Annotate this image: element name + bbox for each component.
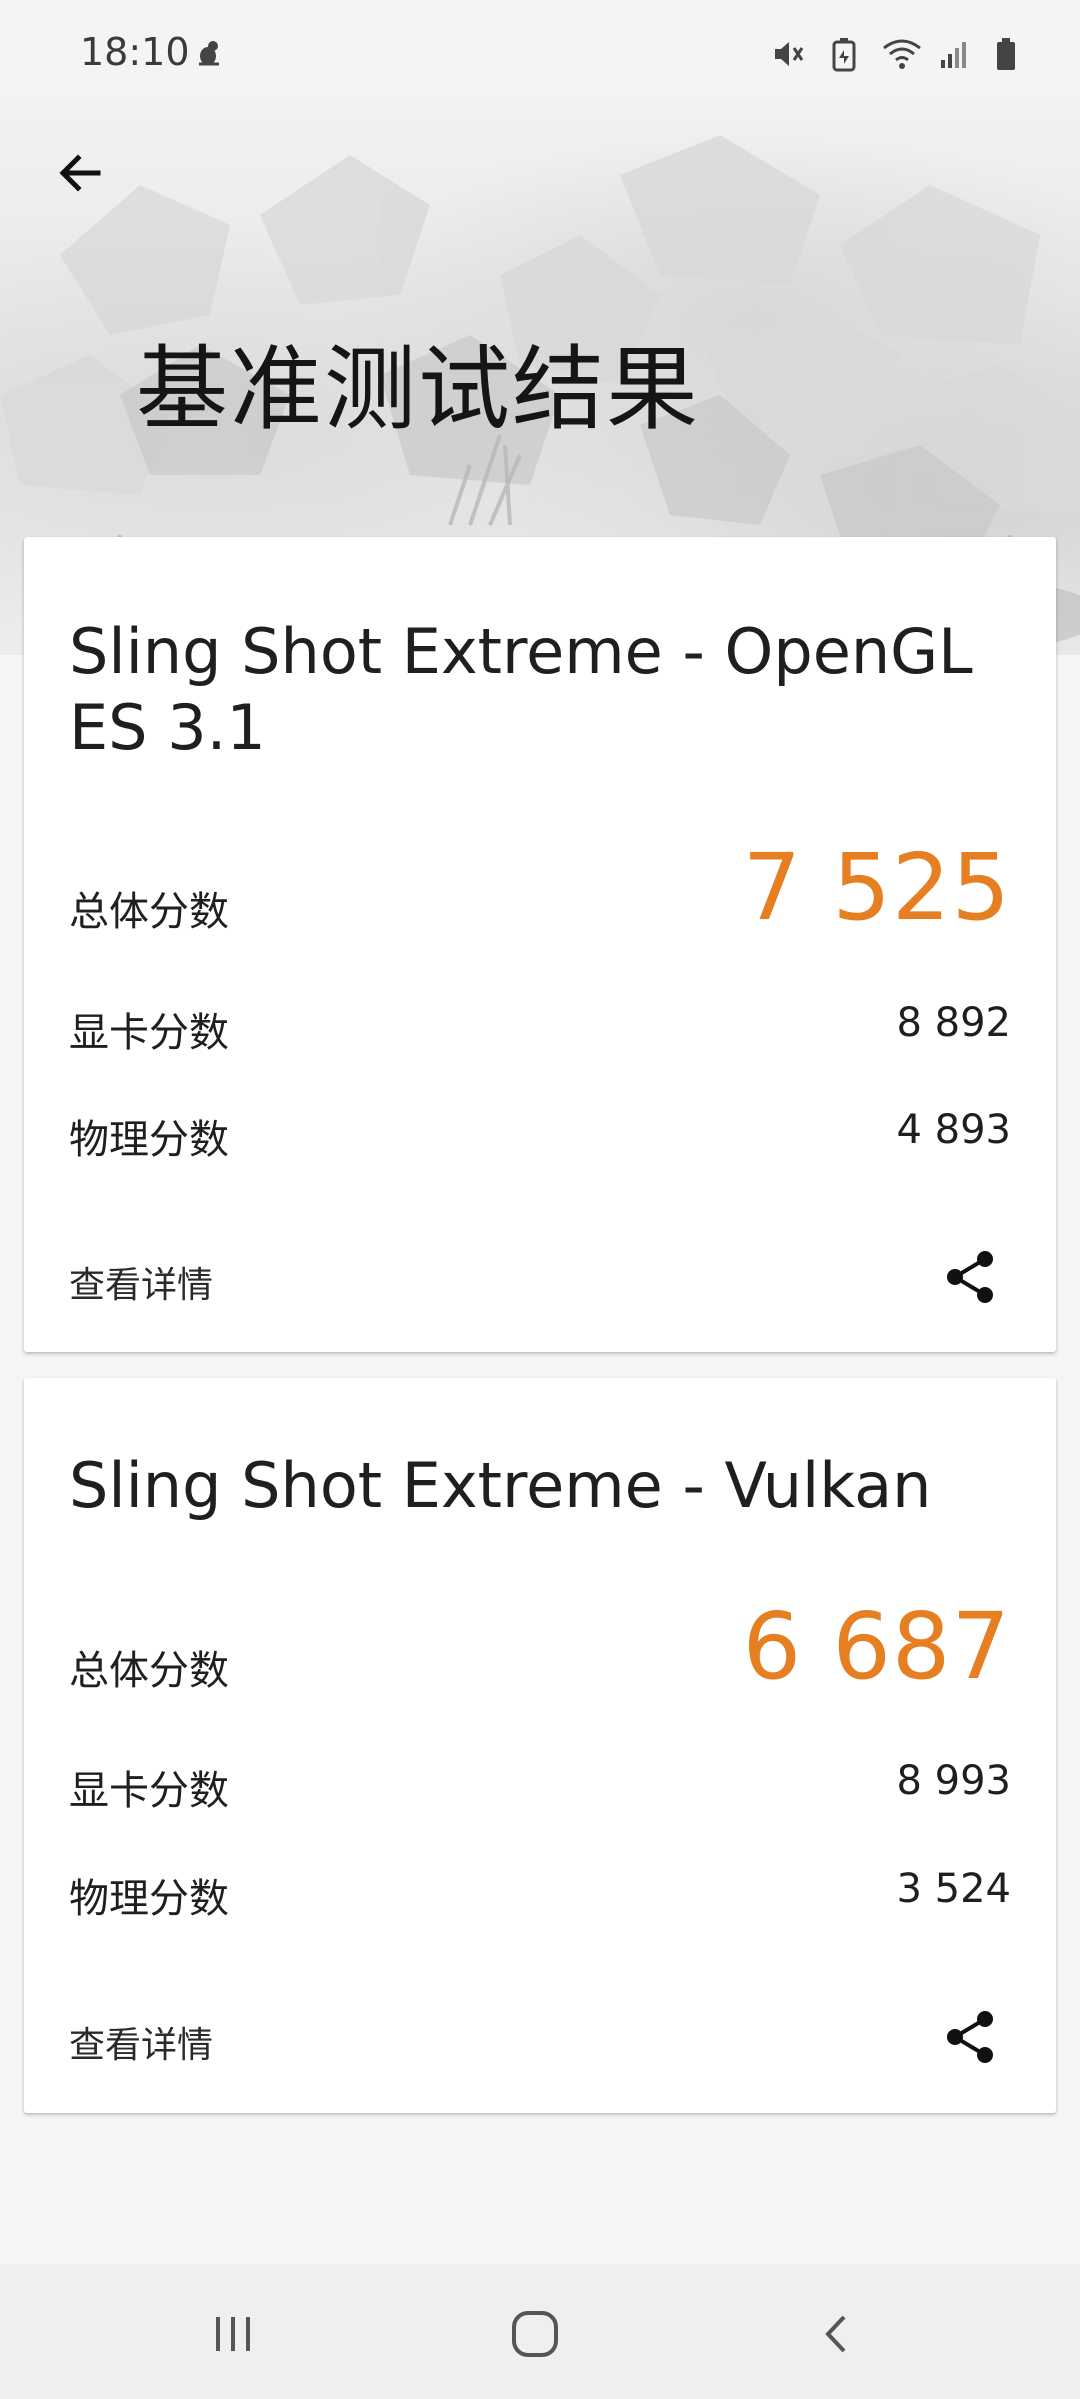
overall-score-value: 7 525	[742, 834, 1011, 941]
physics-score-label: 物理分数	[69, 1876, 229, 1922]
notification-icon	[193, 36, 227, 70]
mute-icon	[770, 36, 806, 72]
result-card-vulkan: Sling Shot Extreme - Vulkan 总体分数 6 687 显…	[24, 1378, 1056, 2113]
status-time: 18:10	[80, 30, 190, 74]
view-details-link[interactable]: 查看详情	[69, 2016, 213, 2068]
result-card-opengl: Sling Shot Extreme - OpenGL ES 3.1 总体分数 …	[24, 537, 1056, 1352]
graphics-score-label: 显卡分数	[69, 1010, 229, 1056]
battery-saver-icon	[826, 36, 862, 72]
status-icons	[770, 34, 1030, 74]
home-icon	[512, 2311, 558, 2357]
overall-score-label: 总体分数	[69, 1648, 229, 1694]
overall-score-label: 总体分数	[69, 889, 229, 935]
graphics-score-value: 8 892	[896, 1000, 1011, 1046]
back-chevron-icon	[825, 2315, 846, 2353]
system-nav-bar	[0, 2264, 1080, 2399]
home-button[interactable]	[495, 2294, 575, 2374]
wifi-icon	[882, 36, 921, 72]
status-bar: 18:10	[0, 0, 1080, 95]
physics-score-label: 物理分数	[69, 1117, 229, 1163]
share-button[interactable]	[936, 1242, 1006, 1312]
graphics-score-label: 显卡分数	[69, 1768, 229, 1814]
recents-icon	[216, 2317, 250, 2351]
battery-icon	[994, 36, 1030, 72]
view-details-link[interactable]: 查看详情	[69, 1256, 213, 1308]
back-nav-button[interactable]	[797, 2294, 877, 2374]
arrow-left-icon	[59, 154, 101, 192]
signal-icon	[938, 36, 974, 72]
physics-score-value: 3 524	[896, 1866, 1011, 1912]
share-icon	[947, 1251, 993, 1303]
recents-button[interactable]	[193, 2294, 273, 2374]
card-title: Sling Shot Extreme - OpenGL ES 3.1	[69, 615, 973, 764]
screen: 18:10 基准测试结果 Sling Shot Extreme - OpenGL…	[0, 0, 1080, 2399]
graphics-score-value: 8 993	[896, 1758, 1011, 1804]
share-icon	[947, 2011, 993, 2063]
physics-score-value: 4 893	[896, 1107, 1011, 1153]
share-button[interactable]	[936, 2002, 1006, 2072]
overall-score-value: 6 687	[742, 1593, 1011, 1700]
page-title: 基准测试结果	[136, 336, 701, 443]
card-title: Sling Shot Extreme - Vulkan	[69, 1449, 932, 1522]
back-button[interactable]	[42, 135, 118, 211]
